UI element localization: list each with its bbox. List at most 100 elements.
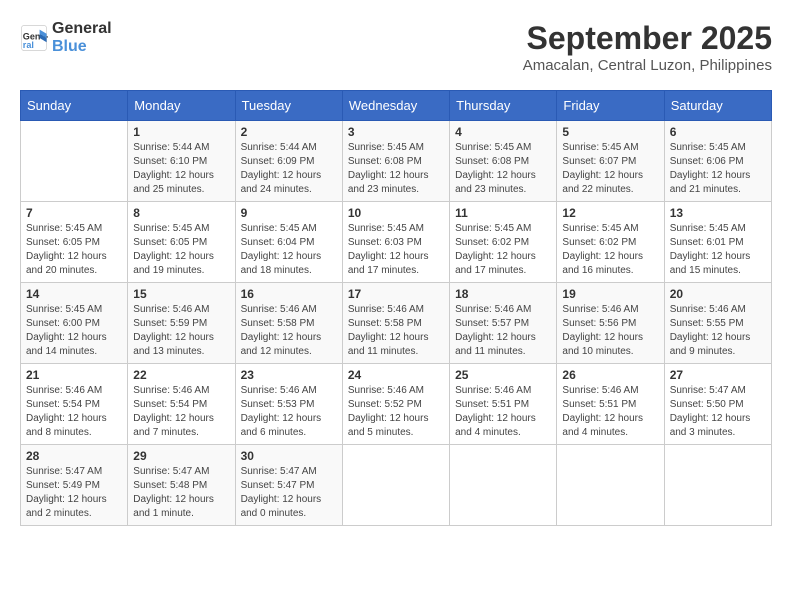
day-number: 3: [348, 125, 444, 139]
weekday-header-tuesday: Tuesday: [235, 91, 342, 121]
logo-icon: Gene- ral: [20, 24, 48, 52]
calendar-cell: 27 Sunrise: 5:47 AM Sunset: 5:50 PM Dayli…: [664, 364, 771, 445]
logo-text: General Blue: [52, 20, 112, 55]
day-number: 24: [348, 368, 444, 382]
day-number: 29: [133, 449, 229, 463]
calendar-cell: 21 Sunrise: 5:46 AM Sunset: 5:54 PM Dayli…: [21, 364, 128, 445]
weekday-header-row: SundayMondayTuesdayWednesdayThursdayFrid…: [21, 91, 772, 121]
day-number: 15: [133, 287, 229, 301]
day-detail: Sunrise: 5:45 AM Sunset: 6:06 PM Dayligh…: [670, 141, 766, 197]
day-number: 13: [670, 206, 766, 220]
calendar-cell: 1 Sunrise: 5:44 AM Sunset: 6:10 PM Daylig…: [128, 121, 235, 202]
day-detail: Sunrise: 5:47 AM Sunset: 5:48 PM Dayligh…: [133, 465, 229, 521]
day-number: 12: [562, 206, 658, 220]
calendar-cell: 12 Sunrise: 5:45 AM Sunset: 6:02 PM Dayli…: [557, 202, 664, 283]
calendar-cell: 25Sunrise: 5:46 AM Sunset: 5:51 PM Dayli…: [450, 364, 557, 445]
calendar-cell: [342, 445, 449, 526]
svg-text:ral: ral: [23, 39, 34, 49]
day-detail: Sunrise: 5:46 AM Sunset: 5:55 PM Dayligh…: [670, 303, 766, 359]
weekday-header-wednesday: Wednesday: [342, 91, 449, 121]
day-detail: Sunrise: 5:45 AM Sunset: 6:08 PM Dayligh…: [348, 141, 444, 197]
day-detail: Sunrise: 5:46 AM Sunset: 5:52 PM Dayligh…: [348, 384, 444, 440]
day-number: 5: [562, 125, 658, 139]
day-detail: Sunrise: 5:46 AM Sunset: 5:58 PM Dayligh…: [241, 303, 337, 359]
calendar-cell: 2Sunrise: 5:44 AM Sunset: 6:09 PM Daylig…: [235, 121, 342, 202]
calendar-cell: 14 Sunrise: 5:45 AM Sunset: 6:00 PM Dayli…: [21, 283, 128, 364]
calendar-cell: 30 Sunrise: 5:47 AM Sunset: 5:47 PM Dayli…: [235, 445, 342, 526]
day-number: 14: [26, 287, 122, 301]
day-number: 4: [455, 125, 551, 139]
calendar-cell: 19 Sunrise: 5:46 AM Sunset: 5:56 PM Dayli…: [557, 283, 664, 364]
calendar-cell: 13Sunrise: 5:45 AM Sunset: 6:01 PM Dayli…: [664, 202, 771, 283]
title-area: September 2025 Amacalan, Central Luzon, …: [523, 20, 772, 74]
day-number: 18: [455, 287, 551, 301]
day-number: 11: [455, 206, 551, 220]
calendar-cell: [21, 121, 128, 202]
day-detail: Sunrise: 5:46 AM Sunset: 5:58 PM Dayligh…: [348, 303, 444, 359]
location-subtitle: Amacalan, Central Luzon, Philippines: [523, 57, 772, 74]
page-header: Gene- ral General Blue September 2025 Am…: [20, 20, 772, 74]
day-detail: Sunrise: 5:46 AM Sunset: 5:51 PM Dayligh…: [562, 384, 658, 440]
day-number: 10: [348, 206, 444, 220]
day-detail: Sunrise: 5:45 AM Sunset: 6:02 PM Dayligh…: [562, 222, 658, 278]
day-detail: Sunrise: 5:47 AM Sunset: 5:49 PM Dayligh…: [26, 465, 122, 521]
calendar-cell: 15Sunrise: 5:46 AM Sunset: 5:59 PM Dayli…: [128, 283, 235, 364]
day-detail: Sunrise: 5:45 AM Sunset: 6:04 PM Dayligh…: [241, 222, 337, 278]
calendar-cell: 4 Sunrise: 5:45 AM Sunset: 6:08 PM Daylig…: [450, 121, 557, 202]
calendar-cell: 9 Sunrise: 5:45 AM Sunset: 6:04 PM Daylig…: [235, 202, 342, 283]
day-number: 19: [562, 287, 658, 301]
calendar-cell: 17 Sunrise: 5:46 AM Sunset: 5:58 PM Dayli…: [342, 283, 449, 364]
day-detail: Sunrise: 5:45 AM Sunset: 6:03 PM Dayligh…: [348, 222, 444, 278]
month-title: September 2025: [523, 20, 772, 57]
day-detail: Sunrise: 5:45 AM Sunset: 6:05 PM Dayligh…: [133, 222, 229, 278]
day-number: 8: [133, 206, 229, 220]
day-detail: Sunrise: 5:46 AM Sunset: 5:54 PM Dayligh…: [133, 384, 229, 440]
day-number: 30: [241, 449, 337, 463]
calendar-cell: 16 Sunrise: 5:46 AM Sunset: 5:58 PM Dayli…: [235, 283, 342, 364]
day-detail: Sunrise: 5:45 AM Sunset: 6:07 PM Dayligh…: [562, 141, 658, 197]
calendar-week-row: 7 Sunrise: 5:45 AM Sunset: 6:05 PM Daylig…: [21, 202, 772, 283]
day-number: 25: [455, 368, 551, 382]
day-detail: Sunrise: 5:44 AM Sunset: 6:09 PM Dayligh…: [241, 141, 337, 197]
day-number: 16: [241, 287, 337, 301]
calendar-week-row: 28 Sunrise: 5:47 AM Sunset: 5:49 PM Dayli…: [21, 445, 772, 526]
day-detail: Sunrise: 5:46 AM Sunset: 5:53 PM Dayligh…: [241, 384, 337, 440]
logo: Gene- ral General Blue: [20, 20, 112, 55]
weekday-header-sunday: Sunday: [21, 91, 128, 121]
calendar-week-row: 21 Sunrise: 5:46 AM Sunset: 5:54 PM Dayli…: [21, 364, 772, 445]
day-number: 27: [670, 368, 766, 382]
calendar-cell: 24 Sunrise: 5:46 AM Sunset: 5:52 PM Dayli…: [342, 364, 449, 445]
day-detail: Sunrise: 5:45 AM Sunset: 6:00 PM Dayligh…: [26, 303, 122, 359]
weekday-header-thursday: Thursday: [450, 91, 557, 121]
day-detail: Sunrise: 5:46 AM Sunset: 5:54 PM Dayligh…: [26, 384, 122, 440]
day-detail: Sunrise: 5:45 AM Sunset: 6:08 PM Dayligh…: [455, 141, 551, 197]
day-number: 7: [26, 206, 122, 220]
day-number: 20: [670, 287, 766, 301]
day-number: 9: [241, 206, 337, 220]
weekday-header-saturday: Saturday: [664, 91, 771, 121]
day-detail: Sunrise: 5:47 AM Sunset: 5:50 PM Dayligh…: [670, 384, 766, 440]
weekday-header-monday: Monday: [128, 91, 235, 121]
day-detail: Sunrise: 5:47 AM Sunset: 5:47 PM Dayligh…: [241, 465, 337, 521]
day-detail: Sunrise: 5:45 AM Sunset: 6:02 PM Dayligh…: [455, 222, 551, 278]
calendar-cell: [450, 445, 557, 526]
calendar-cell: 7 Sunrise: 5:45 AM Sunset: 6:05 PM Daylig…: [21, 202, 128, 283]
calendar-cell: 11 Sunrise: 5:45 AM Sunset: 6:02 PM Dayli…: [450, 202, 557, 283]
day-number: 6: [670, 125, 766, 139]
day-number: 28: [26, 449, 122, 463]
day-number: 22: [133, 368, 229, 382]
day-detail: Sunrise: 5:46 AM Sunset: 5:56 PM Dayligh…: [562, 303, 658, 359]
calendar-cell: 20 Sunrise: 5:46 AM Sunset: 5:55 PM Dayli…: [664, 283, 771, 364]
day-number: 17: [348, 287, 444, 301]
day-detail: Sunrise: 5:45 AM Sunset: 6:05 PM Dayligh…: [26, 222, 122, 278]
calendar-cell: 8 Sunrise: 5:45 AM Sunset: 6:05 PM Daylig…: [128, 202, 235, 283]
day-detail: Sunrise: 5:44 AM Sunset: 6:10 PM Dayligh…: [133, 141, 229, 197]
calendar-cell: 26 Sunrise: 5:46 AM Sunset: 5:51 PM Dayli…: [557, 364, 664, 445]
calendar-cell: 29 Sunrise: 5:47 AM Sunset: 5:48 PM Dayli…: [128, 445, 235, 526]
day-number: 21: [26, 368, 122, 382]
day-detail: Sunrise: 5:46 AM Sunset: 5:57 PM Dayligh…: [455, 303, 551, 359]
calendar-cell: 5 Sunrise: 5:45 AM Sunset: 6:07 PM Daylig…: [557, 121, 664, 202]
day-number: 26: [562, 368, 658, 382]
day-number: 1: [133, 125, 229, 139]
calendar-week-row: 1 Sunrise: 5:44 AM Sunset: 6:10 PM Daylig…: [21, 121, 772, 202]
